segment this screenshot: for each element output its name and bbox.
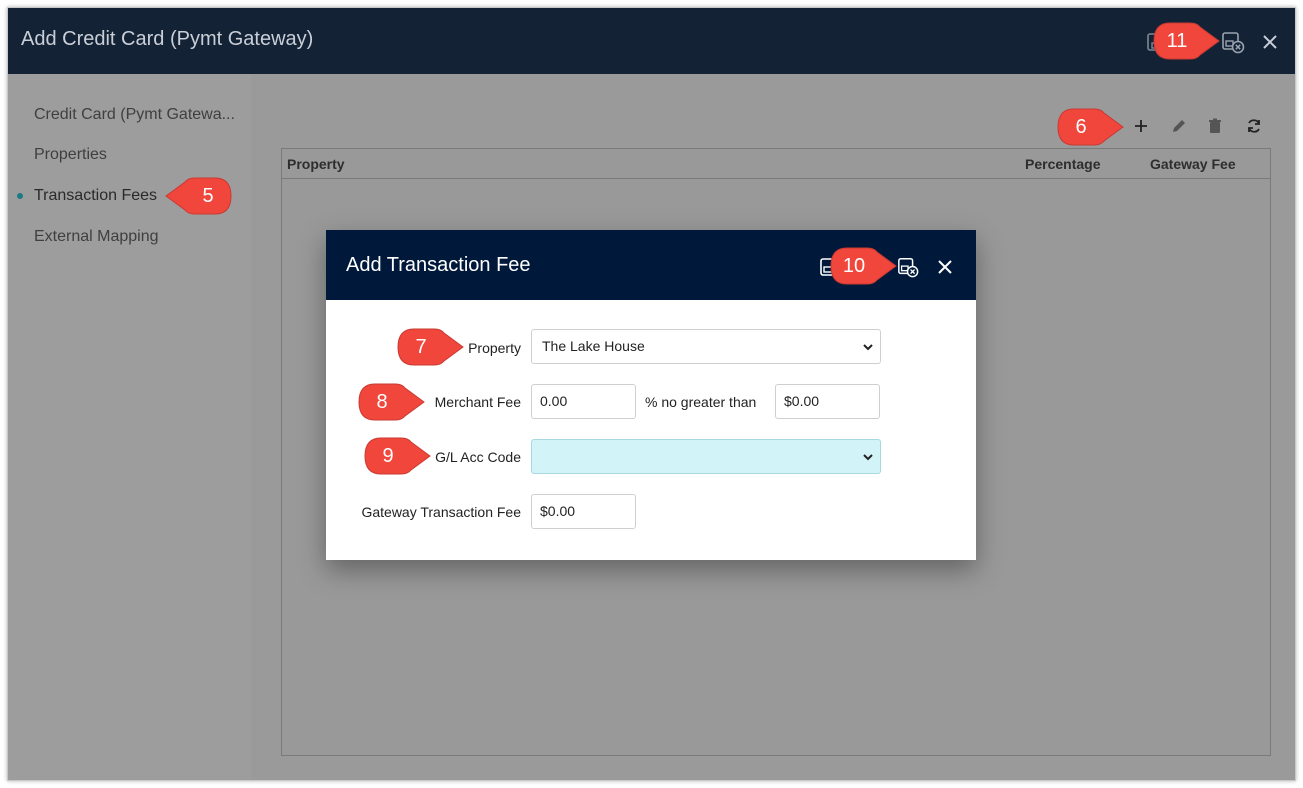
callout-11: 11 — [1152, 21, 1222, 61]
callout-10: 10 — [829, 246, 899, 286]
chevron-down-icon — [863, 454, 873, 461]
active-indicator — [17, 193, 23, 199]
column-gateway-fee[interactable]: Gateway Fee — [1150, 156, 1236, 172]
window-title: Add Credit Card (Pymt Gateway) — [21, 28, 314, 50]
dialog-close-icon[interactable] — [934, 256, 956, 278]
callout-8-number: 8 — [376, 391, 388, 413]
edit-icon[interactable] — [1170, 117, 1188, 135]
callout-7: 7 — [396, 327, 466, 367]
close-icon[interactable] — [1258, 30, 1282, 54]
column-percentage[interactable]: Percentage — [1025, 156, 1100, 172]
add-icon[interactable] — [1132, 117, 1150, 135]
property-select[interactable]: The Lake House — [531, 329, 881, 364]
window-titlebar: Add Credit Card (Pymt Gateway) — [8, 8, 1295, 74]
sidebar-item-transaction-fees[interactable]: Transaction Fees — [34, 187, 157, 205]
sidebar-item-external-mapping[interactable]: External Mapping — [34, 228, 159, 246]
callout-5: 5 — [163, 176, 233, 216]
property-label: Property — [468, 340, 521, 356]
gateway-fee-label: Gateway Transaction Fee — [361, 504, 521, 520]
callout-9-number: 9 — [382, 445, 394, 467]
callout-8: 8 — [357, 382, 427, 422]
merchant-fee-input[interactable]: 0.00 — [531, 384, 636, 419]
save-close-icon[interactable] — [1221, 30, 1245, 54]
callout-11-number: 11 — [1166, 30, 1188, 52]
gateway-fee-input[interactable]: $0.00 — [531, 494, 636, 529]
merchant-fee-label: Merchant Fee — [434, 394, 521, 410]
merchant-fee-suffix: % no greater than — [645, 394, 757, 410]
callout-5-number: 5 — [202, 185, 214, 207]
callout-9: 9 — [363, 436, 433, 476]
sidebar-item-credit-card[interactable]: Credit Card (Pymt Gatewa... — [34, 106, 235, 124]
sidebar-item-properties[interactable]: Properties — [34, 146, 107, 164]
refresh-icon[interactable] — [1245, 117, 1263, 135]
column-property[interactable]: Property — [287, 156, 345, 172]
delete-icon[interactable] — [1206, 117, 1224, 135]
callout-7-number: 7 — [415, 336, 427, 358]
gl-acc-code-label: G/L Acc Code — [435, 449, 521, 465]
dialog-save-close-icon[interactable] — [897, 256, 919, 278]
chevron-down-icon — [863, 344, 873, 351]
dialog-title: Add Transaction Fee — [346, 254, 531, 276]
callout-10-number: 10 — [842, 255, 866, 277]
grid-header: Property Percentage Gateway Fee — [282, 149, 1270, 179]
callout-6-number: 6 — [1075, 116, 1087, 138]
merchant-fee-max-input[interactable]: $0.00 — [775, 384, 880, 419]
property-value: The Lake House — [542, 338, 645, 354]
gl-acc-code-select[interactable] — [531, 439, 881, 474]
callout-6: 6 — [1056, 107, 1126, 147]
